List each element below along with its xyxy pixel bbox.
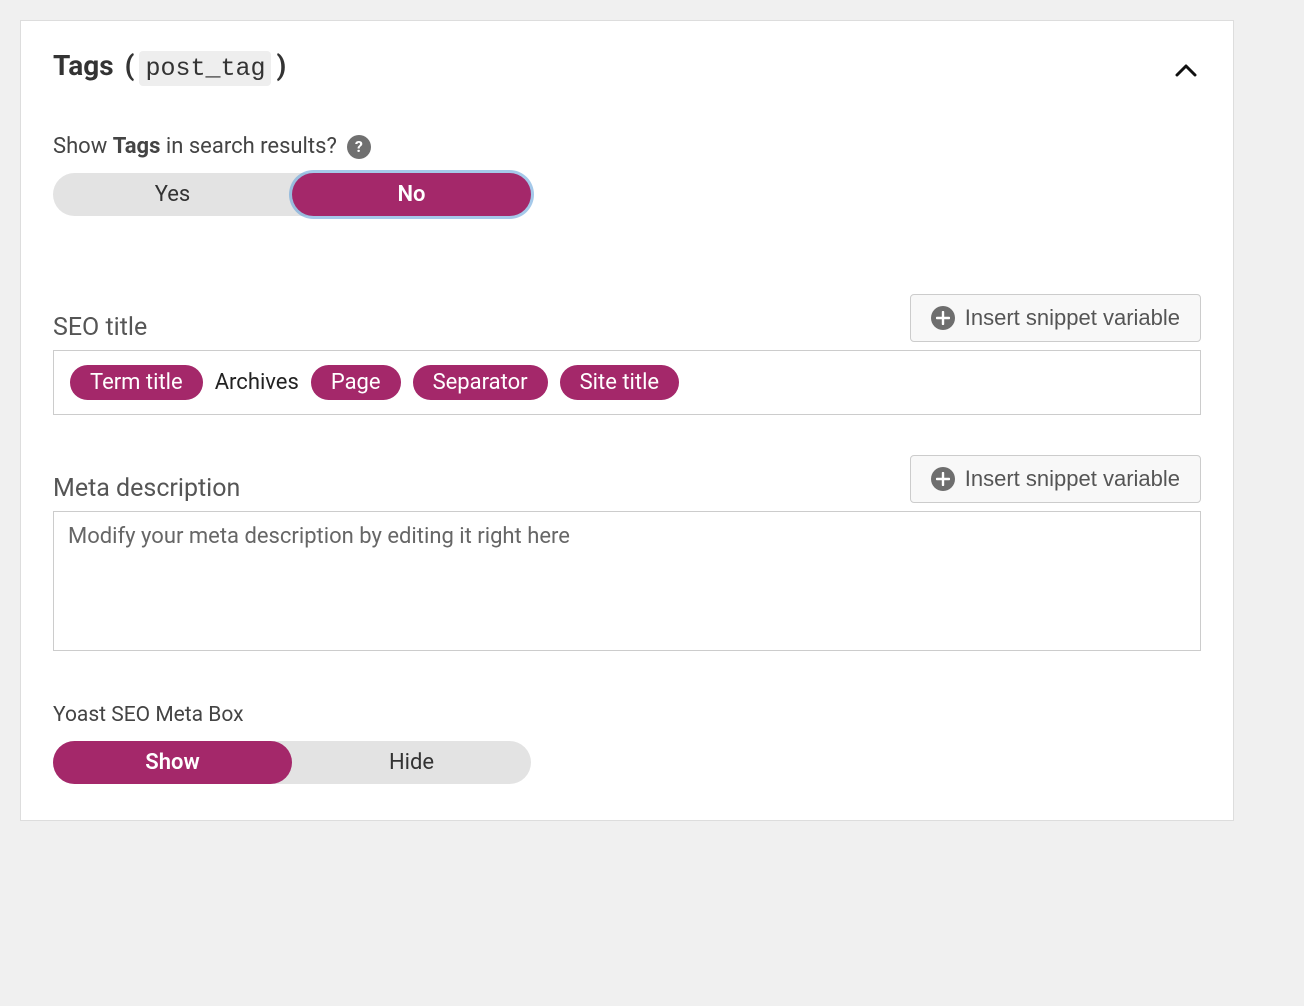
toggle-hide[interactable]: Hide — [292, 741, 531, 784]
meta-box-toggle: Show Hide — [53, 741, 531, 784]
toggle-yes[interactable]: Yes — [53, 173, 292, 216]
label-bold: Tags — [113, 134, 161, 159]
meta-description-input[interactable] — [53, 511, 1201, 651]
seo-title-pill[interactable]: Page — [311, 365, 401, 400]
meta-box-label: Yoast SEO Meta Box — [53, 703, 1201, 727]
seo-title-text-token: Archives — [215, 370, 299, 395]
meta-box-section: Yoast SEO Meta Box Show Hide — [53, 703, 1201, 784]
insert-snippet-meta-button[interactable]: Insert snippet variable — [910, 455, 1201, 503]
collapse-toggle[interactable] — [1171, 50, 1201, 86]
seo-title-input[interactable]: Term title Archives Page Separator Site titl… — [53, 350, 1201, 415]
panel-title: Tags ( post_tag ) — [53, 49, 286, 86]
insert-snippet-meta-label: Insert snippet variable — [965, 466, 1180, 492]
seo-title-pill[interactable]: Separator — [413, 365, 548, 400]
insert-snippet-seo-title-label: Insert snippet variable — [965, 305, 1180, 331]
show-in-search-section: Show Tags in search results? ? Yes No — [53, 134, 1201, 216]
taxonomy-code: post_tag — [139, 51, 271, 86]
label-pre: Show — [53, 134, 107, 159]
paren-close: ) — [276, 49, 286, 82]
meta-description-section: Meta description Insert snippet variable — [53, 455, 1201, 655]
label-post: in search results? — [166, 134, 337, 159]
show-in-search-label: Show Tags in search results? ? — [53, 134, 1201, 159]
seo-title-pill[interactable]: Term title — [70, 365, 203, 400]
title-prefix: Tags — [53, 49, 114, 82]
seo-title-header: SEO title Insert snippet variable — [53, 294, 1201, 342]
tags-settings-panel: Tags ( post_tag ) Show Tags in search re… — [20, 20, 1234, 821]
panel-header: Tags ( post_tag ) — [53, 49, 1201, 86]
plus-circle-icon — [931, 306, 955, 330]
paren-open: ( — [125, 49, 135, 82]
chevron-up-icon — [1175, 63, 1197, 77]
toggle-show[interactable]: Show — [53, 741, 292, 784]
toggle-no[interactable]: No — [292, 173, 531, 216]
plus-circle-icon — [931, 467, 955, 491]
help-icon[interactable]: ? — [347, 135, 371, 159]
seo-title-label: SEO title — [53, 313, 147, 342]
seo-title-pill[interactable]: Site title — [560, 365, 680, 400]
meta-description-header: Meta description Insert snippet variable — [53, 455, 1201, 503]
insert-snippet-seo-title-button[interactable]: Insert snippet variable — [910, 294, 1201, 342]
show-in-search-toggle: Yes No — [53, 173, 531, 216]
seo-title-section: SEO title Insert snippet variable Term t… — [53, 294, 1201, 415]
meta-description-label: Meta description — [53, 474, 240, 503]
